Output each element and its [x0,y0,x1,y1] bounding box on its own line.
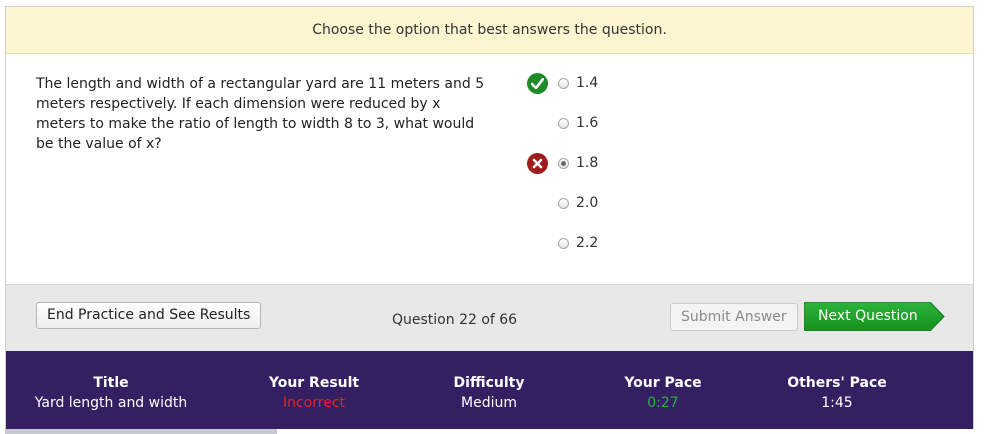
answer-option[interactable]: 1.6 [526,110,646,136]
stat-pace: Your Pace 0:27 [603,373,723,413]
answer-option[interactable]: 1.4 [526,70,646,96]
stat-label: Others' Pace [787,375,887,391]
next-question-button[interactable]: Next Question [804,302,945,331]
stat-others-pace: Others' Pace 1:45 [772,373,902,413]
incorrect-x-icon [527,152,548,174]
stat-label: Title [93,375,129,391]
option-radio[interactable] [558,197,569,209]
stat-value: 1:45 [821,395,853,411]
stats-bar: Title Yard length and width Your Result … [6,351,973,429]
stat-title: Title Yard length and width [16,373,206,413]
option-radio[interactable] [558,117,569,129]
stat-difficulty: Difficulty Medium [429,373,549,413]
instruction-banner: Choose the option that best answers the … [6,7,973,54]
question-text: The length and width of a rectangular ya… [36,76,485,152]
option-label: 1.8 [576,155,599,171]
answer-option[interactable]: 2.2 [526,230,646,256]
option-radio-selected[interactable] [558,157,569,169]
stat-value: Medium [461,395,517,411]
next-question-label: Next Question [818,308,918,324]
stat-value: Incorrect [282,395,346,411]
progress-bar [5,429,277,434]
answer-option[interactable]: 1.8 [526,150,646,176]
stat-label: Your Result [268,375,360,391]
stat-label: Difficulty [453,375,525,391]
option-label: 2.2 [576,235,599,251]
stat-value: 0:27 [647,395,679,411]
option-label: 1.4 [576,75,599,91]
submit-answer-button[interactable]: Submit Answer [670,303,798,331]
correct-check-icon [527,72,548,94]
option-label: 2.0 [576,195,599,211]
stat-result: Your Result Incorrect [244,373,384,413]
option-label: 1.6 [576,115,599,131]
instruction-text: Choose the option that best answers the … [312,22,667,38]
stat-value: Yard length and width [34,395,188,411]
answer-option[interactable]: 2.0 [526,190,646,216]
controls-bar: End Practice and See Results Question 22… [6,284,973,352]
end-practice-button[interactable]: End Practice and See Results [36,302,262,329]
practice-panel: Choose the option that best answers the … [5,6,974,429]
option-radio[interactable] [558,237,569,249]
option-radio[interactable] [558,77,569,89]
stat-label: Your Pace [624,375,702,391]
question-counter: Question 22 of 66 [392,312,518,328]
